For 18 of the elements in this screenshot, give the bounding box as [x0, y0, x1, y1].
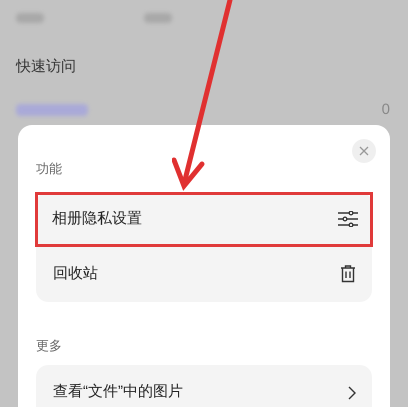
section-header: 功能: [36, 160, 62, 178]
menu-item-label: 相册隐私设置: [52, 208, 142, 229]
section-title: 快速访问: [16, 57, 76, 77]
menu-item-label: 回收站: [53, 264, 98, 284]
chevron-right-icon: [348, 386, 356, 400]
sliders-icon: [338, 211, 358, 227]
menu-item-label: 查看“文件”中的图片: [53, 382, 183, 402]
blurred-label: [144, 13, 172, 23]
menu-item[interactable]: 相册隐私设置: [35, 192, 373, 246]
section-header: 更多: [36, 336, 62, 354]
menu-item[interactable]: 查看“文件”中的图片: [36, 365, 372, 407]
blurred-label: [16, 13, 44, 23]
blurred-item: [16, 104, 88, 116]
item-count: 0: [382, 100, 390, 120]
close-icon: [359, 146, 369, 156]
trash-icon: [340, 265, 356, 283]
close-button[interactable]: [352, 139, 376, 163]
menu-item[interactable]: 回收站: [36, 246, 372, 302]
